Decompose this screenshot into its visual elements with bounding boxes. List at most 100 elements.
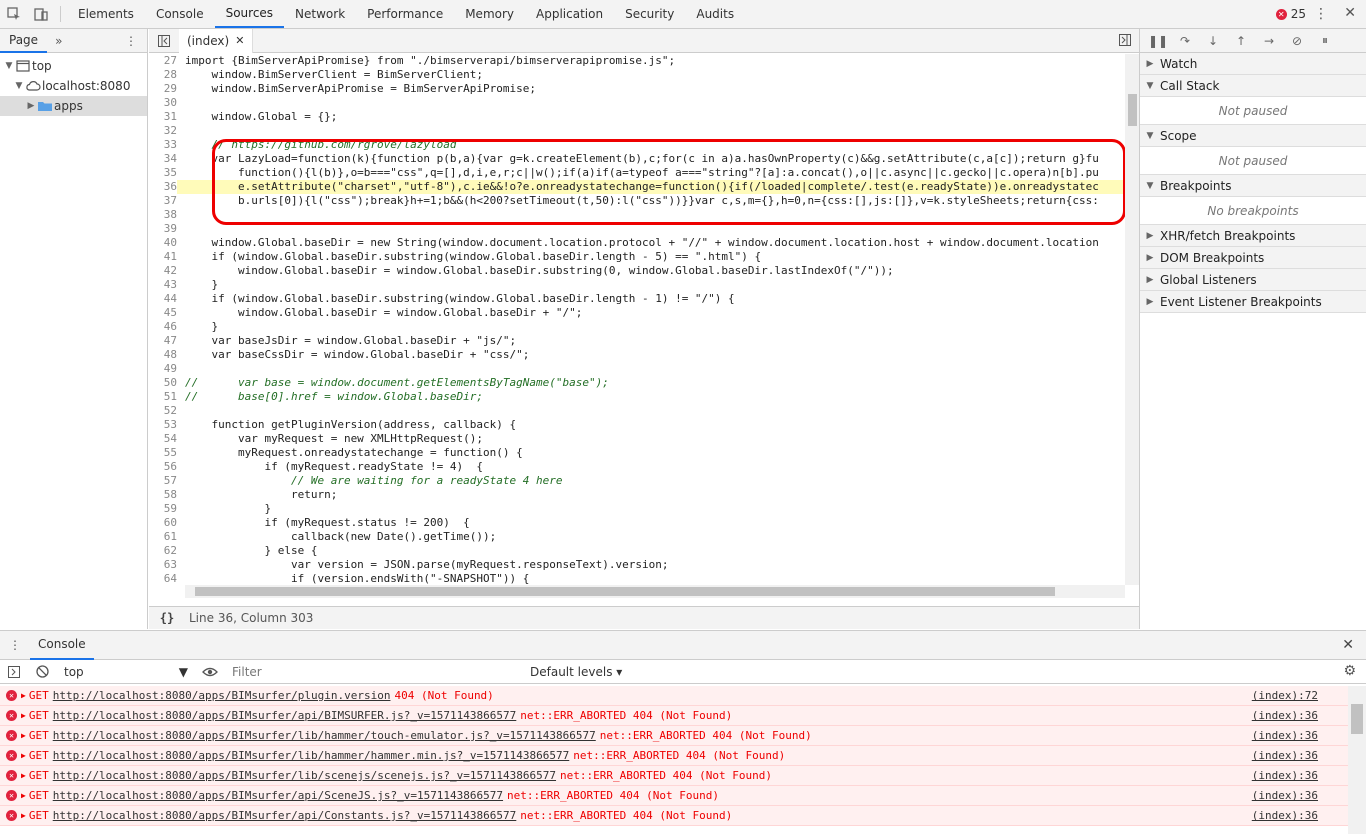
code-line[interactable]: 32 [149, 124, 1125, 138]
code-line[interactable]: 64 if (version.endsWith("-SNAPSHOT")) { [149, 572, 1125, 585]
line-number[interactable]: 62 [149, 544, 177, 558]
code-line[interactable]: 44 if (window.Global.baseDir.substring(w… [149, 292, 1125, 306]
expand-triangle-icon[interactable]: ▶ [21, 791, 26, 800]
line-number[interactable]: 35 [149, 166, 177, 180]
step-over-icon[interactable]: ↷ [1176, 34, 1194, 48]
code-line[interactable]: 41 if (window.Global.baseDir.substring(w… [149, 250, 1125, 264]
close-drawer-icon[interactable]: ✕ [1342, 637, 1354, 653]
drawer-tab-console[interactable]: Console [30, 631, 94, 660]
code-line[interactable]: 36 e.setAttribute("charset","utf-8"),c.i… [149, 180, 1125, 194]
line-number[interactable]: 61 [149, 530, 177, 544]
code-line[interactable]: 50 // var base = window.document.getEleme… [149, 376, 1125, 390]
pane-breakpoints[interactable]: ▼ Breakpoints [1140, 175, 1366, 197]
source-link[interactable]: (index):36 [1252, 729, 1318, 742]
code-line[interactable]: 27 import {BimServerApiPromise} from "./b… [149, 54, 1125, 68]
code-line[interactable]: 48 var baseCssDir = window.Global.baseDi… [149, 348, 1125, 362]
expand-triangle-icon[interactable]: ▶ [21, 731, 26, 740]
file-tab-index[interactable]: (index) ✕ [179, 28, 254, 53]
code-line[interactable]: 60 if (myRequest.status != 200) { [149, 516, 1125, 530]
expand-triangle-icon[interactable]: ▼ [14, 81, 24, 91]
line-number[interactable]: 44 [149, 292, 177, 306]
line-number[interactable]: 42 [149, 264, 177, 278]
code-line[interactable]: 54 var myRequest = new XMLHttpRequest(); [149, 432, 1125, 446]
live-expression-eye-icon[interactable] [196, 666, 224, 678]
code-line[interactable]: 28 window.BimServerClient = BimServerCli… [149, 68, 1125, 82]
request-url-link[interactable]: http://localhost:8080/apps/BIMsurfer/lib… [53, 749, 570, 762]
collapsed-triangle-icon[interactable]: ▶ [26, 101, 36, 111]
source-link[interactable]: (index):36 [1252, 709, 1318, 722]
console-filter-input[interactable] [232, 662, 522, 681]
code-line[interactable]: 52 [149, 404, 1125, 418]
scrollbar-thumb[interactable] [1351, 704, 1363, 734]
line-number[interactable]: 36 [149, 180, 177, 194]
toggle-navigator-icon[interactable] [149, 34, 179, 47]
line-number[interactable]: 49 [149, 362, 177, 376]
tree-item-apps[interactable]: ▶ apps [0, 96, 147, 116]
source-link[interactable]: (index):36 [1252, 749, 1318, 762]
line-number[interactable]: 33 [149, 138, 177, 152]
code-line[interactable]: 43 } [149, 278, 1125, 292]
line-number[interactable]: 45 [149, 306, 177, 320]
line-number[interactable]: 34 [149, 152, 177, 166]
context-selector[interactable]: top ▼ [56, 665, 196, 679]
line-number[interactable]: 60 [149, 516, 177, 530]
expand-triangle-icon[interactable]: ▶ [21, 751, 26, 760]
request-url-link[interactable]: http://localhost:8080/apps/BIMsurfer/api… [53, 789, 503, 802]
code-line[interactable]: 31 window.Global = {}; [149, 110, 1125, 124]
code-line[interactable]: 49 [149, 362, 1125, 376]
code-line[interactable]: 57 // We are waiting for a readyState 4 … [149, 474, 1125, 488]
code-line[interactable]: 35 function(){l(b)},o=b==="css",q=[],d,i… [149, 166, 1125, 180]
code-line[interactable]: 58 return; [149, 488, 1125, 502]
code-line[interactable]: 39 [149, 222, 1125, 236]
drawer-menu-icon[interactable]: ⋮ [0, 638, 30, 652]
editor-horizontal-scrollbar[interactable] [185, 585, 1125, 598]
tab-elements[interactable]: Elements [67, 0, 145, 28]
request-url-link[interactable]: http://localhost:8080/apps/BIMsurfer/api… [53, 709, 517, 722]
source-link[interactable]: (index):36 [1252, 789, 1318, 802]
console-vertical-scrollbar[interactable] [1348, 686, 1366, 834]
tab-performance[interactable]: Performance [356, 0, 454, 28]
line-number[interactable]: 58 [149, 488, 177, 502]
device-toolbar-icon[interactable] [27, 0, 54, 28]
line-number[interactable]: 56 [149, 460, 177, 474]
tab-security[interactable]: Security [614, 0, 685, 28]
line-number[interactable]: 39 [149, 222, 177, 236]
line-number[interactable]: 29 [149, 82, 177, 96]
inspect-element-icon[interactable] [0, 0, 27, 28]
line-number[interactable]: 46 [149, 320, 177, 334]
pause-on-exceptions-icon[interactable]: ⏸ [1316, 33, 1334, 48]
close-tab-icon[interactable]: ✕ [235, 34, 244, 47]
line-number[interactable]: 40 [149, 236, 177, 250]
line-number[interactable]: 32 [149, 124, 177, 138]
pause-icon[interactable]: ❚❚ [1148, 34, 1168, 48]
expand-triangle-icon[interactable]: ▶ [21, 771, 26, 780]
step-icon[interactable]: → [1260, 34, 1278, 48]
code-line[interactable]: 55 myRequest.onreadystatechange = functi… [149, 446, 1125, 460]
deactivate-breakpoints-icon[interactable]: ⊘ [1288, 34, 1306, 48]
line-number[interactable]: 37 [149, 194, 177, 208]
code-line[interactable]: 33 // https://github.com/rgrove/lazyload [149, 138, 1125, 152]
line-number[interactable]: 63 [149, 558, 177, 572]
code-line[interactable]: 61 callback(new Date().getTime()); [149, 530, 1125, 544]
show-sidebar-icon[interactable] [0, 665, 28, 678]
tab-sources[interactable]: Sources [214, 0, 285, 28]
source-link[interactable]: (index):36 [1252, 809, 1318, 822]
line-number[interactable]: 50 [149, 376, 177, 390]
code-line[interactable]: 37 b.urls[0]){l("css");break}h+=1;b&&(h<… [149, 194, 1125, 208]
code-line[interactable]: 51 // base[0].href = window.Global.baseDi… [149, 390, 1125, 404]
code-line[interactable]: 59 } [149, 502, 1125, 516]
gear-icon[interactable]: ⚙ [1343, 663, 1356, 679]
tree-item-host[interactable]: ▼ localhost:8080 [0, 76, 147, 96]
code-line[interactable]: 29 window.BimServerApiPromise = BimServe… [149, 82, 1125, 96]
step-into-icon[interactable]: ↓ [1204, 34, 1222, 48]
line-number[interactable]: 57 [149, 474, 177, 488]
tab-audits[interactable]: Audits [685, 0, 745, 28]
code-line[interactable]: 62 } else { [149, 544, 1125, 558]
line-number[interactable]: 52 [149, 404, 177, 418]
expand-triangle-icon[interactable]: ▶ [21, 691, 26, 700]
scrollbar-thumb[interactable] [1128, 94, 1137, 126]
line-number[interactable]: 59 [149, 502, 177, 516]
expand-triangle-icon[interactable]: ▶ [21, 811, 26, 820]
line-number[interactable]: 27 [149, 54, 177, 68]
pretty-print-button[interactable]: {} [149, 611, 185, 625]
